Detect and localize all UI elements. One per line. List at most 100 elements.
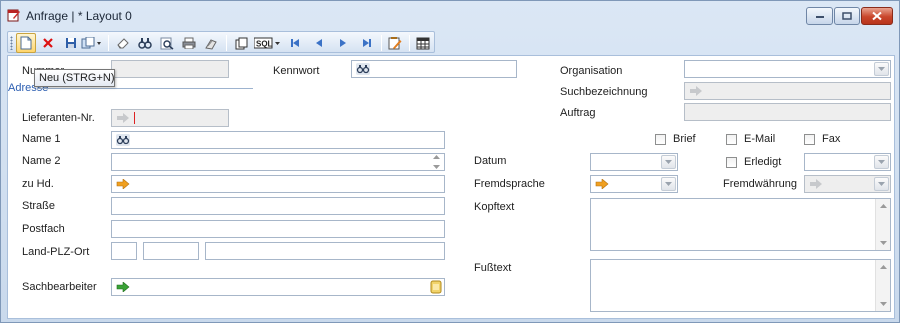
- scroll-down-icon: [880, 241, 887, 245]
- land-plz-ort-label: Land-PLZ-Ort: [22, 246, 90, 258]
- ort-field[interactable]: [205, 242, 445, 260]
- fremdwaehrung-field[interactable]: [804, 175, 891, 193]
- zuhd-label: zu Hd.: [22, 178, 54, 190]
- fremdsprache-field[interactable]: [590, 175, 678, 193]
- erledigt-checkbox[interactable]: [726, 157, 737, 168]
- minimize-button[interactable]: [806, 7, 833, 25]
- first-record-button[interactable]: [286, 34, 304, 52]
- print-preview-button[interactable]: [202, 34, 220, 52]
- orange-arrow-icon[interactable]: [114, 177, 132, 191]
- lieferanten-field[interactable]: [111, 109, 229, 127]
- scroll-down-icon: [880, 302, 887, 306]
- chevron-down-icon[interactable]: [661, 155, 676, 169]
- name2-scroll[interactable]: [430, 155, 443, 169]
- last-record-button[interactable]: [358, 34, 376, 52]
- green-arrow-icon[interactable]: [114, 280, 132, 294]
- organisation-field[interactable]: [684, 60, 891, 78]
- adresse-divider: [37, 88, 253, 89]
- name1-field[interactable]: [111, 131, 445, 149]
- suchbezeichnung-field[interactable]: [684, 82, 891, 100]
- maximize-button[interactable]: [834, 7, 860, 25]
- fusstext-label: Fußtext: [474, 262, 512, 274]
- arrow-right-icon[interactable]: [807, 177, 825, 191]
- scroll-up-icon: [433, 155, 440, 159]
- edit-checklist-icon: [388, 37, 402, 50]
- lieferanten-label: Lieferanten-Nr.: [22, 112, 95, 124]
- delete-icon: [43, 38, 53, 48]
- save-button[interactable]: [62, 34, 80, 52]
- minimize-icon: [815, 16, 824, 18]
- name2-label: Name 2: [22, 155, 61, 167]
- arrow-right-icon[interactable]: [114, 111, 132, 125]
- land-field[interactable]: [111, 242, 137, 260]
- copy-dropdown-button[interactable]: [80, 34, 104, 52]
- new-button[interactable]: [16, 33, 36, 53]
- binoculars-search-icon[interactable]: [354, 62, 372, 76]
- print-button[interactable]: [180, 34, 198, 52]
- next-record-button[interactable]: [334, 34, 352, 52]
- fusstext-scrollbar[interactable]: [875, 260, 890, 311]
- edit-checklist-button[interactable]: [386, 34, 404, 52]
- brief-checkbox[interactable]: [655, 134, 666, 145]
- previous-record-button[interactable]: [310, 34, 328, 52]
- fremdwaehrung-label: Fremdwährung: [723, 178, 797, 190]
- search-advanced-icon: [160, 37, 174, 50]
- zuhd-field[interactable]: [111, 175, 445, 193]
- kennwort-field[interactable]: [351, 60, 517, 78]
- last-record-icon: [363, 39, 371, 47]
- name2-field[interactable]: [111, 153, 445, 171]
- next-record-icon: [340, 39, 346, 47]
- email-checkbox[interactable]: [726, 134, 737, 145]
- auftrag-label: Auftrag: [560, 107, 596, 119]
- svg-text:SQL: SQL: [256, 40, 273, 49]
- new-document-icon: [20, 36, 32, 50]
- print-preview-icon: [205, 38, 217, 50]
- plz-field[interactable]: [143, 242, 199, 260]
- kennwort-label: Kennwort: [273, 65, 320, 77]
- fusstext-field[interactable]: [590, 259, 891, 312]
- fax-checkbox[interactable]: [804, 134, 815, 145]
- new-button-tooltip: Neu (STRG+N): [34, 69, 115, 87]
- delete-button[interactable]: [39, 34, 57, 52]
- copy-pages-button[interactable]: [232, 34, 250, 52]
- kopftext-scrollbar[interactable]: [875, 199, 890, 250]
- kopftext-field[interactable]: [590, 198, 891, 251]
- fremdsprache-label: Fremdsprache: [474, 178, 545, 190]
- chevron-down-icon[interactable]: [661, 177, 676, 191]
- arrow-right-icon[interactable]: [687, 84, 705, 98]
- close-button[interactable]: [861, 7, 893, 25]
- folder-lookup-icon[interactable]: [430, 280, 442, 297]
- scroll-down-icon: [433, 165, 440, 169]
- advanced-search-button[interactable]: [158, 34, 176, 52]
- postfach-field[interactable]: [111, 220, 445, 238]
- chevron-down-icon[interactable]: [874, 155, 889, 169]
- copy-pages-icon: [235, 37, 247, 49]
- sql-dropdown-button[interactable]: SQL: [254, 34, 282, 52]
- sachbearbeiter-field[interactable]: [111, 278, 445, 296]
- close-icon: [872, 11, 882, 21]
- window-title: Anfrage | * Layout 0: [26, 9, 132, 23]
- maximize-icon: [842, 12, 852, 20]
- eraser-button[interactable]: [114, 34, 132, 52]
- datum-field[interactable]: [590, 153, 678, 171]
- toolbar-grip[interactable]: [10, 36, 13, 50]
- auftrag-field[interactable]: [684, 103, 891, 121]
- strasse-field[interactable]: [111, 197, 445, 215]
- document-edit-icon: [7, 8, 21, 22]
- orange-arrow-icon[interactable]: [593, 177, 611, 191]
- chevron-down-icon[interactable]: [874, 177, 889, 191]
- first-record-icon: [291, 39, 299, 47]
- datum-label: Datum: [474, 155, 507, 167]
- eraser-icon: [117, 38, 129, 49]
- copy-dropdown-icon: [81, 37, 101, 49]
- grid-view-button[interactable]: [414, 34, 432, 52]
- nummer-field[interactable]: [111, 60, 229, 78]
- scroll-up-icon: [880, 265, 887, 269]
- save-icon: [66, 38, 76, 48]
- previous-record-icon: [316, 39, 322, 47]
- search-button[interactable]: [136, 34, 154, 52]
- chevron-down-icon[interactable]: [874, 62, 889, 76]
- erledigt-date-field[interactable]: [804, 153, 891, 171]
- email-label: E-Mail: [744, 133, 776, 145]
- binoculars-search-icon[interactable]: [114, 133, 132, 147]
